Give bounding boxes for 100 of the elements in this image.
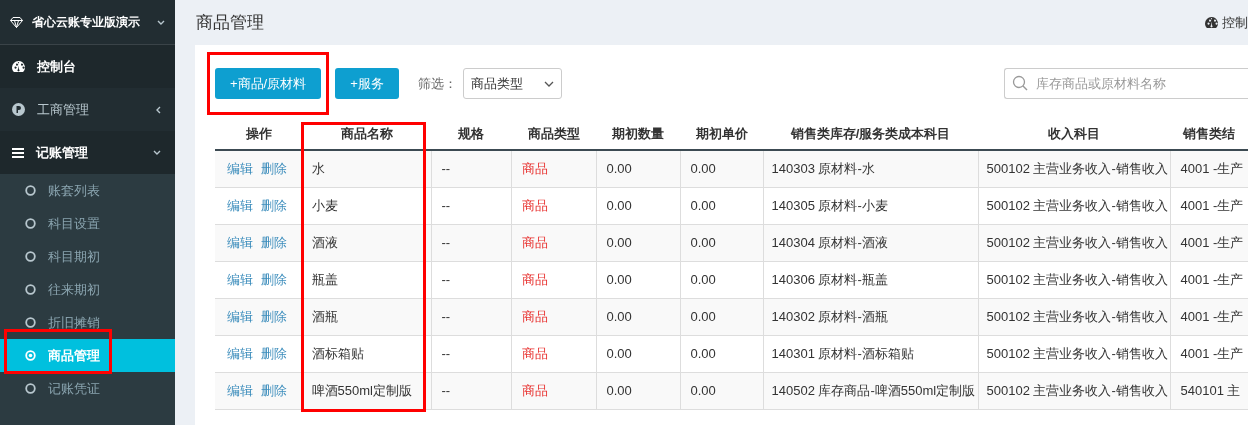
- table-cell: 0.00: [596, 298, 680, 335]
- table-cell: 0.00: [680, 372, 763, 409]
- edit-link[interactable]: 编辑: [227, 345, 253, 361]
- submenu-item[interactable]: 科目期初: [0, 240, 175, 273]
- delete-link[interactable]: 删除: [261, 161, 287, 176]
- table-cell: --: [431, 150, 511, 187]
- column-header: 操作: [245, 124, 273, 143]
- table-cell: 商品: [511, 335, 596, 372]
- delete-link[interactable]: 删除: [261, 308, 287, 324]
- table-cell: --: [431, 298, 511, 335]
- column-header: 商品名称: [340, 124, 394, 143]
- circle-icon: [25, 383, 36, 394]
- table-cell: 500102 主营业务收入-销售收入: [978, 261, 1170, 298]
- p-circle-icon: [12, 103, 25, 116]
- delete-link[interactable]: 删除: [261, 197, 287, 213]
- delete-link[interactable]: 删除: [261, 271, 287, 287]
- submenu-item[interactable]: 记账凭证: [0, 372, 175, 405]
- table-cell: 0.00: [596, 150, 680, 187]
- edit-link[interactable]: 编辑: [227, 161, 253, 176]
- sidebar-item[interactable]: 控制台: [0, 45, 175, 88]
- table-cell: 500102 主营业务收入-销售收入: [978, 224, 1170, 261]
- chevron-down-icon: [157, 19, 165, 25]
- table-cell: 水: [303, 150, 431, 187]
- table-cell: --: [431, 335, 511, 372]
- table-cell: 酒标箱贴: [303, 335, 431, 372]
- column-header: 商品类型: [526, 124, 581, 143]
- table-cell: 140303 原材料-水: [763, 150, 978, 187]
- table-cell: 商品: [511, 372, 596, 409]
- table-cell: 140502 库存商品-啤酒550ml定制版: [763, 372, 978, 409]
- table-cell: 500102 主营业务收入-销售收入: [978, 298, 1170, 335]
- table-cell: 500102 主营业务收入-销售收入: [978, 335, 1170, 372]
- table-cell: 500102 主营业务收入-销售收入: [978, 150, 1170, 187]
- diamond-icon: [10, 16, 23, 28]
- table-cell: --: [431, 224, 511, 261]
- submenu-item[interactable]: 往来期初: [0, 273, 175, 306]
- table-cell: 140305 原材料-小麦: [763, 187, 978, 224]
- column-header: 销售类结: [1181, 124, 1236, 143]
- submenu-item[interactable]: 折旧摊销: [0, 306, 175, 339]
- dashboard-icon: [1205, 17, 1218, 28]
- edit-link[interactable]: 编辑: [227, 234, 253, 250]
- column-header: 期初数量: [611, 124, 665, 143]
- radio-on-icon: [25, 350, 36, 361]
- add-button[interactable]: +商品/原材料: [215, 68, 322, 99]
- submenu-item[interactable]: 账套列表: [0, 174, 175, 207]
- table-cell: 140306 原材料-瓶盖: [763, 261, 978, 298]
- chevron-down-icon: [543, 80, 554, 87]
- table-cell: 500102 主营业务收入-销售收入: [978, 372, 1170, 409]
- circle-icon: [25, 317, 36, 328]
- add-button[interactable]: +服务: [335, 68, 399, 99]
- delete-link[interactable]: 删除: [261, 234, 287, 250]
- table-cell: --: [431, 261, 511, 298]
- menu-icon: [12, 147, 24, 158]
- search-icon: [1012, 75, 1028, 91]
- search-field[interactable]: 库存商品或原材料名称: [1004, 68, 1248, 99]
- edit-link[interactable]: 编辑: [227, 382, 253, 398]
- column-header: 销售类库存/服务类成本科目: [789, 124, 952, 143]
- type-select[interactable]: 商品类型: [462, 68, 562, 99]
- table-cell: 商品: [511, 150, 596, 187]
- table-cell: 0.00: [680, 150, 763, 187]
- table-cell: --: [431, 372, 511, 409]
- table-cell: 0.00: [680, 335, 763, 372]
- dashboard-link[interactable]: 控制: [1205, 12, 1248, 33]
- sidebar-item[interactable]: 记账管理: [0, 131, 175, 174]
- table-cell: 商品: [511, 261, 596, 298]
- table-cell: 酒液: [303, 224, 431, 261]
- table-cell: 140304 原材料-酒液: [763, 224, 978, 261]
- submenu-item[interactable]: 科目设置: [0, 207, 175, 240]
- table-cell: 商品: [511, 298, 596, 335]
- table-cell: 0.00: [596, 335, 680, 372]
- table-cell: 0.00: [596, 187, 680, 224]
- chevron-left-icon: [156, 105, 161, 114]
- table-cell: 0.00: [596, 224, 680, 261]
- table-cell: 瓶盖: [303, 261, 431, 298]
- table-cell: 小麦: [303, 187, 431, 224]
- edit-link[interactable]: 编辑: [227, 271, 253, 287]
- delete-link[interactable]: 删除: [261, 345, 287, 361]
- circle-icon: [25, 284, 36, 295]
- circle-icon: [25, 251, 36, 262]
- column-header: 收入科目: [1047, 124, 1101, 143]
- table-cell: 0.00: [680, 187, 763, 224]
- table-cell: 0.00: [596, 372, 680, 409]
- table-cell: --: [431, 187, 511, 224]
- chevron-down-icon: [153, 150, 161, 155]
- edit-link[interactable]: 编辑: [227, 308, 253, 324]
- circle-icon: [25, 218, 36, 229]
- column-header: 规格: [457, 124, 485, 143]
- page-title: 商品管理: [196, 11, 265, 34]
- table-cell: 0.00: [596, 261, 680, 298]
- circle-icon: [25, 185, 36, 196]
- submenu-item[interactable]: 商品管理: [0, 339, 175, 372]
- filter-label: 筛选：: [417, 74, 457, 93]
- delete-link[interactable]: 删除: [261, 382, 287, 398]
- table-cell: 0.00: [680, 261, 763, 298]
- table-cell: 0.00: [680, 298, 763, 335]
- edit-link[interactable]: 编辑: [227, 197, 253, 213]
- table-cell: 140301 原材料-酒标箱贴: [763, 335, 978, 372]
- table-cell: 酒瓶: [303, 298, 431, 335]
- table-cell: 0.00: [680, 224, 763, 261]
- column-header: 期初单价: [694, 124, 749, 143]
- table-cell: 500102 主营业务收入-销售收入: [978, 187, 1170, 224]
